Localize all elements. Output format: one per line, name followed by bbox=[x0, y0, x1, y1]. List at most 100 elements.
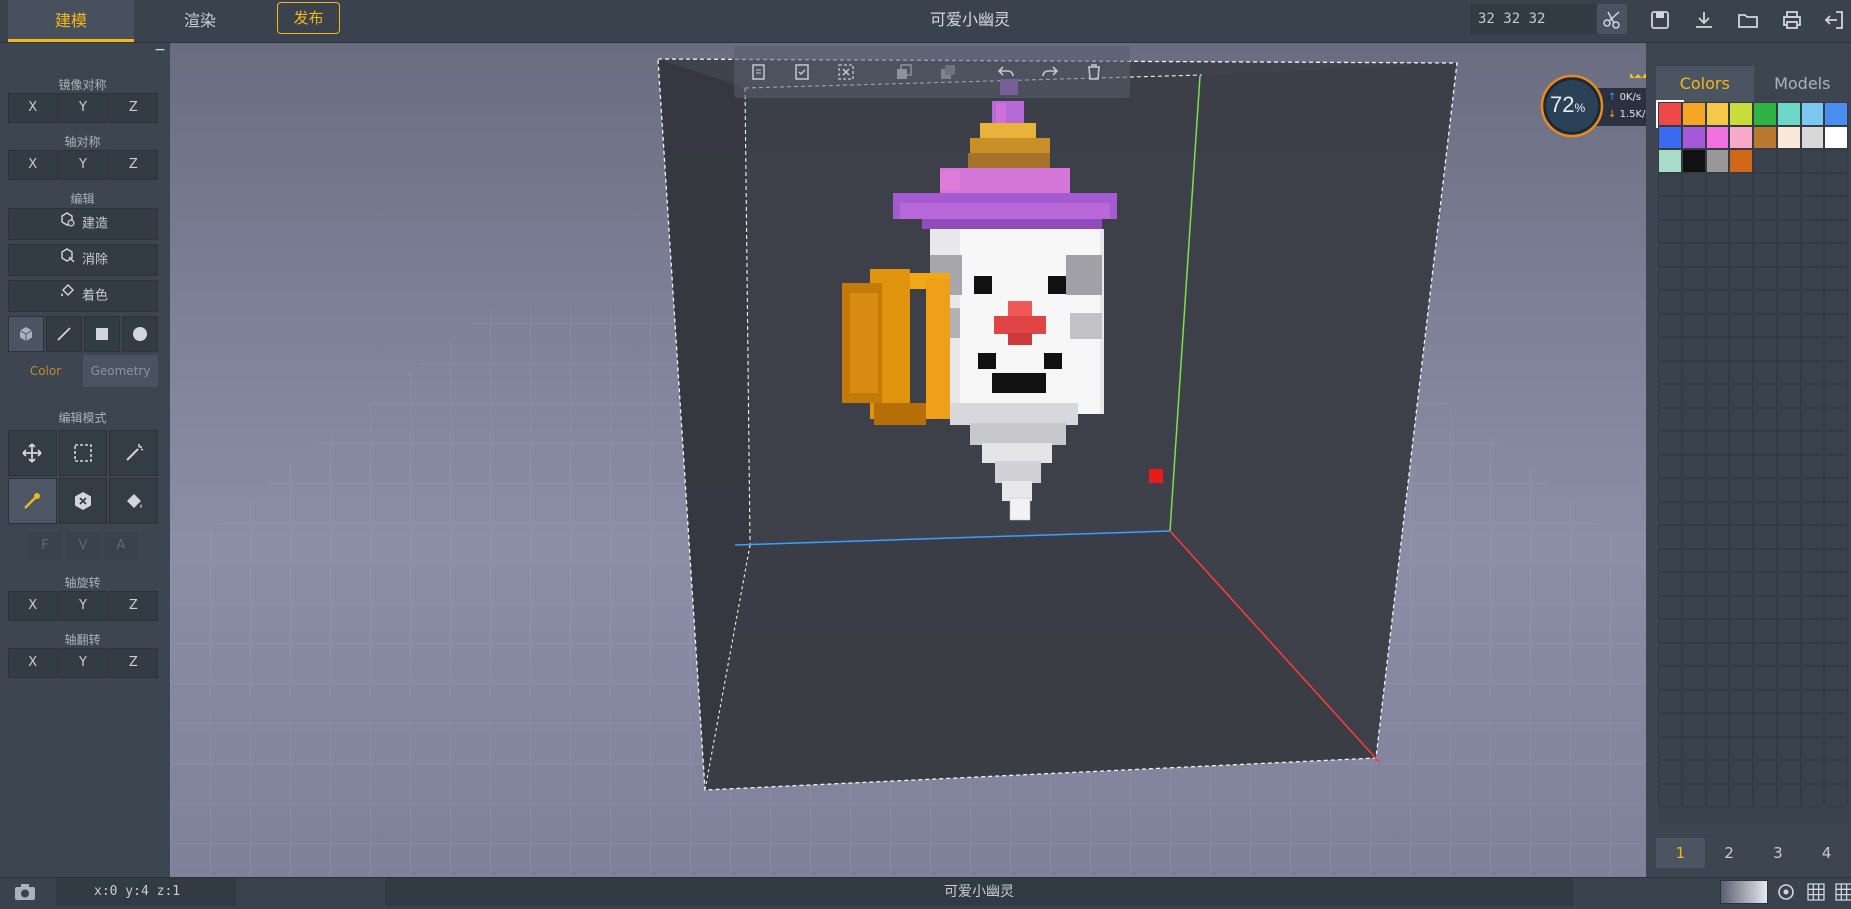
palette-page-2[interactable]: 2 bbox=[1705, 838, 1754, 868]
palette-empty-slot[interactable] bbox=[1729, 408, 1753, 432]
3d-viewport[interactable] bbox=[170, 43, 1646, 877]
palette-empty-slot[interactable] bbox=[1777, 478, 1801, 502]
palette-empty-slot[interactable] bbox=[1824, 525, 1848, 549]
palette-empty-slot[interactable] bbox=[1658, 384, 1682, 408]
geometry-mode-tab[interactable]: Geometry bbox=[83, 355, 158, 387]
axis-sym-x-button[interactable]: X bbox=[8, 150, 57, 180]
palette-empty-slot[interactable] bbox=[1658, 220, 1682, 244]
palette-empty-slot[interactable] bbox=[1777, 596, 1801, 620]
palette-swatch[interactable] bbox=[1824, 102, 1848, 126]
palette-empty-slot[interactable] bbox=[1706, 337, 1730, 361]
palette-empty-slot[interactable] bbox=[1729, 290, 1753, 314]
palette-empty-slot[interactable] bbox=[1729, 196, 1753, 220]
paste-check-icon[interactable] bbox=[792, 62, 812, 82]
palette-empty-slot[interactable] bbox=[1753, 643, 1777, 667]
palette-empty-slot[interactable] bbox=[1824, 760, 1848, 784]
palette-empty-slot[interactable] bbox=[1753, 760, 1777, 784]
print-button[interactable] bbox=[1780, 8, 1804, 32]
palette-empty-slot[interactable] bbox=[1658, 267, 1682, 291]
palette-empty-slot[interactable] bbox=[1729, 243, 1753, 267]
tab-render[interactable]: 渲染 bbox=[140, 0, 260, 42]
palette-empty-slot[interactable] bbox=[1682, 549, 1706, 573]
redo-icon[interactable] bbox=[1040, 62, 1060, 82]
palette-empty-slot[interactable] bbox=[1706, 643, 1730, 667]
palette-empty-slot[interactable] bbox=[1753, 502, 1777, 526]
palette-empty-slot[interactable] bbox=[1729, 431, 1753, 455]
palette-empty-slot[interactable] bbox=[1801, 572, 1825, 596]
palette-empty-slot[interactable] bbox=[1729, 525, 1753, 549]
palette-empty-slot[interactable] bbox=[1658, 525, 1682, 549]
palette-empty-slot[interactable] bbox=[1777, 267, 1801, 291]
palette-empty-slot[interactable] bbox=[1824, 549, 1848, 573]
palette-empty-slot[interactable] bbox=[1824, 619, 1848, 643]
palette-empty-slot[interactable] bbox=[1706, 549, 1730, 573]
palette-empty-slot[interactable] bbox=[1706, 220, 1730, 244]
palette-empty-slot[interactable] bbox=[1777, 784, 1801, 808]
palette-empty-slot[interactable] bbox=[1682, 361, 1706, 385]
palette-empty-slot[interactable] bbox=[1801, 149, 1825, 173]
palette-swatch[interactable] bbox=[1801, 102, 1825, 126]
palette-empty-slot[interactable] bbox=[1658, 502, 1682, 526]
palette-empty-slot[interactable] bbox=[1753, 408, 1777, 432]
fill-tool-button[interactable] bbox=[109, 478, 158, 524]
palette-empty-slot[interactable] bbox=[1753, 784, 1777, 808]
palette-swatch[interactable] bbox=[1682, 102, 1706, 126]
palette-empty-slot[interactable] bbox=[1801, 596, 1825, 620]
build-button[interactable]: 建造 bbox=[8, 208, 158, 240]
mirror-y-button[interactable]: Y bbox=[58, 93, 107, 123]
download-button[interactable] bbox=[1692, 8, 1716, 32]
palette-empty-slot[interactable] bbox=[1824, 596, 1848, 620]
palette-empty-slot[interactable] bbox=[1824, 408, 1848, 432]
palette-empty-slot[interactable] bbox=[1801, 478, 1825, 502]
palette-empty-slot[interactable] bbox=[1706, 361, 1730, 385]
palette-swatch[interactable] bbox=[1777, 126, 1801, 150]
palette-empty-slot[interactable] bbox=[1682, 314, 1706, 338]
palette-empty-slot[interactable] bbox=[1824, 572, 1848, 596]
delete-voxel-tool-button[interactable] bbox=[59, 478, 108, 524]
palette-empty-slot[interactable] bbox=[1753, 737, 1777, 761]
merge-icon[interactable] bbox=[938, 62, 958, 82]
palette-empty-slot[interactable] bbox=[1801, 760, 1825, 784]
palette-empty-slot[interactable] bbox=[1706, 596, 1730, 620]
palette-empty-slot[interactable] bbox=[1682, 478, 1706, 502]
palette-empty-slot[interactable] bbox=[1729, 173, 1753, 197]
palette-empty-slot[interactable] bbox=[1682, 525, 1706, 549]
palette-empty-slot[interactable] bbox=[1824, 666, 1848, 690]
palette-empty-slot[interactable] bbox=[1824, 384, 1848, 408]
palette-empty-slot[interactable] bbox=[1777, 196, 1801, 220]
palette-empty-slot[interactable] bbox=[1824, 455, 1848, 479]
palette-empty-slot[interactable] bbox=[1682, 173, 1706, 197]
publish-button[interactable]: 发布 bbox=[277, 2, 340, 34]
palette-empty-slot[interactable] bbox=[1801, 455, 1825, 479]
palette-empty-slot[interactable] bbox=[1801, 737, 1825, 761]
palette-empty-slot[interactable] bbox=[1658, 290, 1682, 314]
grid-size-input[interactable]: 32 32 32 bbox=[1470, 4, 1598, 34]
palette-empty-slot[interactable] bbox=[1706, 478, 1730, 502]
axis-sym-z-button[interactable]: Z bbox=[109, 150, 158, 180]
palette-empty-slot[interactable] bbox=[1658, 173, 1682, 197]
palette-empty-slot[interactable] bbox=[1777, 690, 1801, 714]
palette-empty-slot[interactable] bbox=[1777, 549, 1801, 573]
palette-empty-slot[interactable] bbox=[1658, 337, 1682, 361]
palette-empty-slot[interactable] bbox=[1801, 243, 1825, 267]
palette-empty-slot[interactable] bbox=[1729, 314, 1753, 338]
palette-empty-slot[interactable] bbox=[1801, 502, 1825, 526]
scene-canvas[interactable] bbox=[170, 43, 1646, 877]
palette-empty-slot[interactable] bbox=[1658, 596, 1682, 620]
flip-z-button[interactable]: Z bbox=[109, 648, 158, 678]
palette-empty-slot[interactable] bbox=[1658, 478, 1682, 502]
rotate-z-button[interactable]: Z bbox=[109, 591, 158, 621]
palette-empty-slot[interactable] bbox=[1729, 267, 1753, 291]
palette-empty-slot[interactable] bbox=[1824, 502, 1848, 526]
palette-page-1[interactable]: 1 bbox=[1656, 838, 1705, 868]
palette-swatch[interactable] bbox=[1658, 149, 1682, 173]
palette-empty-slot[interactable] bbox=[1753, 478, 1777, 502]
palette-empty-slot[interactable] bbox=[1706, 619, 1730, 643]
palette-empty-slot[interactable] bbox=[1729, 384, 1753, 408]
palette-page-4[interactable]: 4 bbox=[1802, 838, 1851, 868]
palette-swatch[interactable] bbox=[1801, 126, 1825, 150]
color-mode-tab[interactable]: Color bbox=[8, 355, 83, 387]
palette-empty-slot[interactable] bbox=[1682, 337, 1706, 361]
palette-empty-slot[interactable] bbox=[1753, 549, 1777, 573]
palette-empty-slot[interactable] bbox=[1706, 737, 1730, 761]
